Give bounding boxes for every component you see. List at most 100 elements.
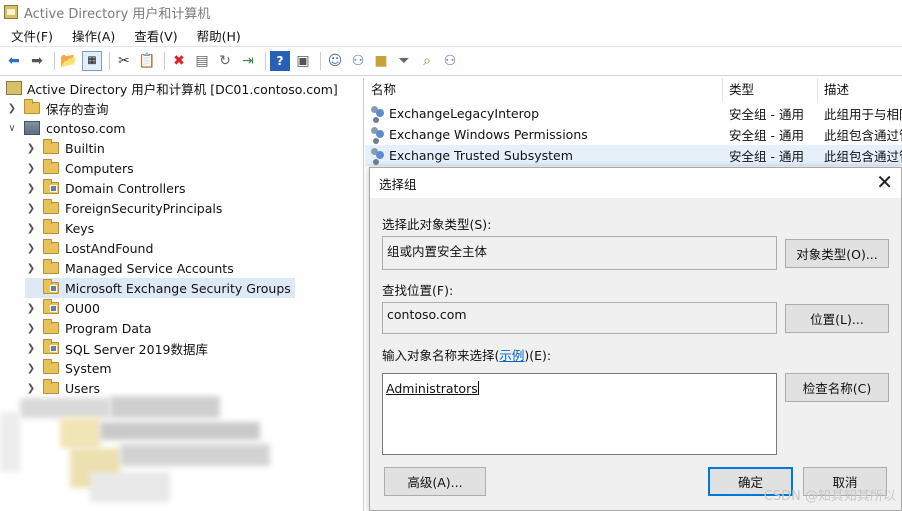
tree-item-label: ForeignSecurityPrincipals — [65, 200, 223, 216]
list-item[interactable]: ExchangeLegacyInterop 安全组 - 通用 此组用于与相同 — [365, 103, 902, 124]
list-item-name: Exchange Trusted Subsystem — [389, 148, 573, 163]
new-user-icon[interactable]: ☺ — [325, 51, 345, 71]
tree-item-label: Domain Controllers — [65, 180, 186, 196]
watermark-text: CSDN @知其知其所以 — [763, 489, 896, 504]
toolbar-separator — [265, 52, 266, 70]
ou-folder-icon — [43, 179, 59, 194]
chevron-right-icon[interactable]: ❯ — [25, 323, 37, 334]
object-types-button[interactable]: 对象类型(O)... — [785, 239, 889, 268]
tree-item-label: LostAndFound — [65, 240, 154, 256]
menu-file[interactable]: 文件(F) — [0, 26, 61, 45]
tree-item-domain[interactable]: ∨ contoso.com — [6, 118, 125, 138]
object-names-input[interactable]: Administrators — [382, 373, 777, 455]
chevron-right-icon[interactable]: ❯ — [25, 183, 37, 194]
tree-item-builtin[interactable]: ❯ Builtin — [25, 138, 105, 158]
up-folder-icon[interactable]: 📂 — [59, 51, 79, 71]
list-item-selected[interactable]: Exchange Trusted Subsystem 安全组 - 通用 此组包含… — [365, 145, 902, 166]
tree-item-exchange-security-groups[interactable]: Microsoft Exchange Security Groups — [25, 278, 295, 298]
tree-item-domain-controllers[interactable]: ❯ Domain Controllers — [25, 178, 185, 198]
title-bar: Active Directory 用户和计算机 — [0, 0, 902, 24]
tree-item-system[interactable]: ❯ System — [25, 358, 112, 378]
dialog-title-bar: 选择组 ✕ — [370, 168, 901, 198]
chevron-right-icon[interactable]: ❯ — [6, 103, 18, 114]
add-to-group-icon[interactable]: ⚇ — [440, 51, 460, 71]
menu-help[interactable]: 帮助(H) — [186, 26, 249, 45]
chevron-right-icon[interactable]: ❯ — [25, 343, 37, 354]
object-names-label-prefix: 输入对象名称来选择( — [382, 348, 500, 363]
menu-view[interactable]: 查看(V) — [123, 26, 185, 45]
delete-icon[interactable]: ✖ — [169, 51, 189, 71]
new-ou-icon[interactable]: ■ — [371, 51, 391, 71]
object-type-field: 组或内置安全主体 — [382, 236, 777, 270]
advanced-button[interactable]: 高级(A)... — [384, 467, 486, 496]
chevron-right-icon[interactable]: ❯ — [25, 303, 37, 314]
tree-item-label: Computers — [65, 160, 134, 176]
redacted-area — [0, 392, 364, 511]
menu-action[interactable]: 操作(A) — [61, 26, 123, 45]
new-group-icon[interactable]: ⚇ — [348, 51, 368, 71]
toolbar-separator — [164, 52, 165, 70]
folder-icon — [43, 259, 59, 274]
tree-item-saved-queries[interactable]: ❯ 保存的查询 — [6, 98, 109, 118]
column-header-description[interactable]: 描述 — [818, 78, 902, 102]
close-icon[interactable]: ✕ — [876, 172, 893, 192]
refresh-icon[interactable]: ↻ — [215, 51, 235, 71]
back-icon[interactable]: ⬅ — [4, 51, 24, 71]
examples-link[interactable]: 示例 — [499, 348, 524, 363]
chevron-right-icon[interactable]: ❯ — [25, 363, 37, 374]
tree-item-ou00[interactable]: ❯ OU00 — [25, 298, 100, 318]
export-icon[interactable]: ⇥ — [238, 51, 258, 71]
tree-item-computers[interactable]: ❯ Computers — [25, 158, 134, 178]
chevron-right-icon[interactable]: ❯ — [25, 143, 37, 154]
object-names-value: Administrators — [386, 381, 478, 396]
column-header-type[interactable]: 类型 — [723, 78, 818, 102]
tree-item-foreign-security-principals[interactable]: ❯ ForeignSecurityPrincipals — [25, 198, 222, 218]
ou-folder-icon — [43, 339, 59, 354]
toolbar: ⬅ ➡ 📂 ▦ ✂ 📋 ✖ ▤ ↻ ⇥ ? ▣ ☺ ⚇ ■ ⏷ ⌕ ⚇ — [0, 46, 902, 76]
domain-icon — [24, 121, 40, 135]
tree-item-label: Keys — [65, 220, 95, 236]
chevron-right-icon[interactable]: ❯ — [25, 243, 37, 254]
object-type-label: 选择此对象类型(S): — [382, 217, 492, 232]
tree-item-label: 保存的查询 — [46, 101, 109, 117]
console-icon[interactable]: ▣ — [293, 51, 313, 71]
chevron-right-icon[interactable]: ❯ — [25, 163, 37, 174]
filter-icon[interactable]: ⏷ — [394, 51, 414, 71]
tree-item-managed-service-accounts[interactable]: ❯ Managed Service Accounts — [25, 258, 234, 278]
group-icon — [370, 126, 386, 143]
list-item-name: Exchange Windows Permissions — [389, 127, 588, 142]
object-names-label: 输入对象名称来选择(示例)(E): — [382, 345, 551, 364]
object-names-label-suffix: )(E): — [524, 348, 552, 363]
find-icon[interactable]: ⌕ — [417, 51, 437, 71]
chevron-down-icon[interactable]: ∨ — [6, 123, 18, 134]
column-header-name[interactable]: 名称 — [365, 78, 723, 102]
toolbar-separator — [109, 52, 110, 70]
tree-item-program-data[interactable]: ❯ Program Data — [25, 318, 152, 338]
folder-icon — [43, 239, 59, 254]
tree-item-lost-and-found[interactable]: ❯ LostAndFound — [25, 238, 153, 258]
tree-item-label: Builtin — [65, 140, 105, 156]
tree-item-keys[interactable]: ❯ Keys — [25, 218, 94, 238]
show-tree-icon[interactable]: ▦ — [82, 51, 102, 71]
list-item-description: 此组包含通过管 — [824, 149, 902, 164]
tree-item-label: Program Data — [65, 320, 152, 336]
chevron-right-icon[interactable]: ❯ — [25, 263, 37, 274]
check-names-button[interactable]: 检查名称(C) — [785, 373, 889, 402]
list-item[interactable]: Exchange Windows Permissions 安全组 - 通用 此组… — [365, 124, 902, 145]
tree-item-sql-server[interactable]: ❯ SQL Server 2019数据库 — [25, 338, 208, 358]
tree-item-label: Managed Service Accounts — [65, 260, 234, 276]
forward-icon[interactable]: ➡ — [27, 51, 47, 71]
chevron-right-icon[interactable]: ❯ — [25, 223, 37, 234]
tree-root[interactable]: Active Directory 用户和计算机 [DC01.contoso.co… — [6, 78, 338, 98]
folder-icon — [24, 99, 40, 114]
cut-icon[interactable]: ✂ — [114, 51, 134, 71]
ou-folder-icon — [43, 279, 59, 294]
list-item-description: 此组包含通过管 — [824, 128, 902, 143]
folder-icon — [43, 219, 59, 234]
properties-icon[interactable]: ▤ — [192, 51, 212, 71]
chevron-right-icon[interactable]: ❯ — [25, 203, 37, 214]
help-icon[interactable]: ? — [270, 51, 290, 71]
locations-button[interactable]: 位置(L)... — [785, 304, 889, 333]
toolbar-separator — [54, 52, 55, 70]
copy-icon[interactable]: 📋 — [137, 51, 157, 71]
